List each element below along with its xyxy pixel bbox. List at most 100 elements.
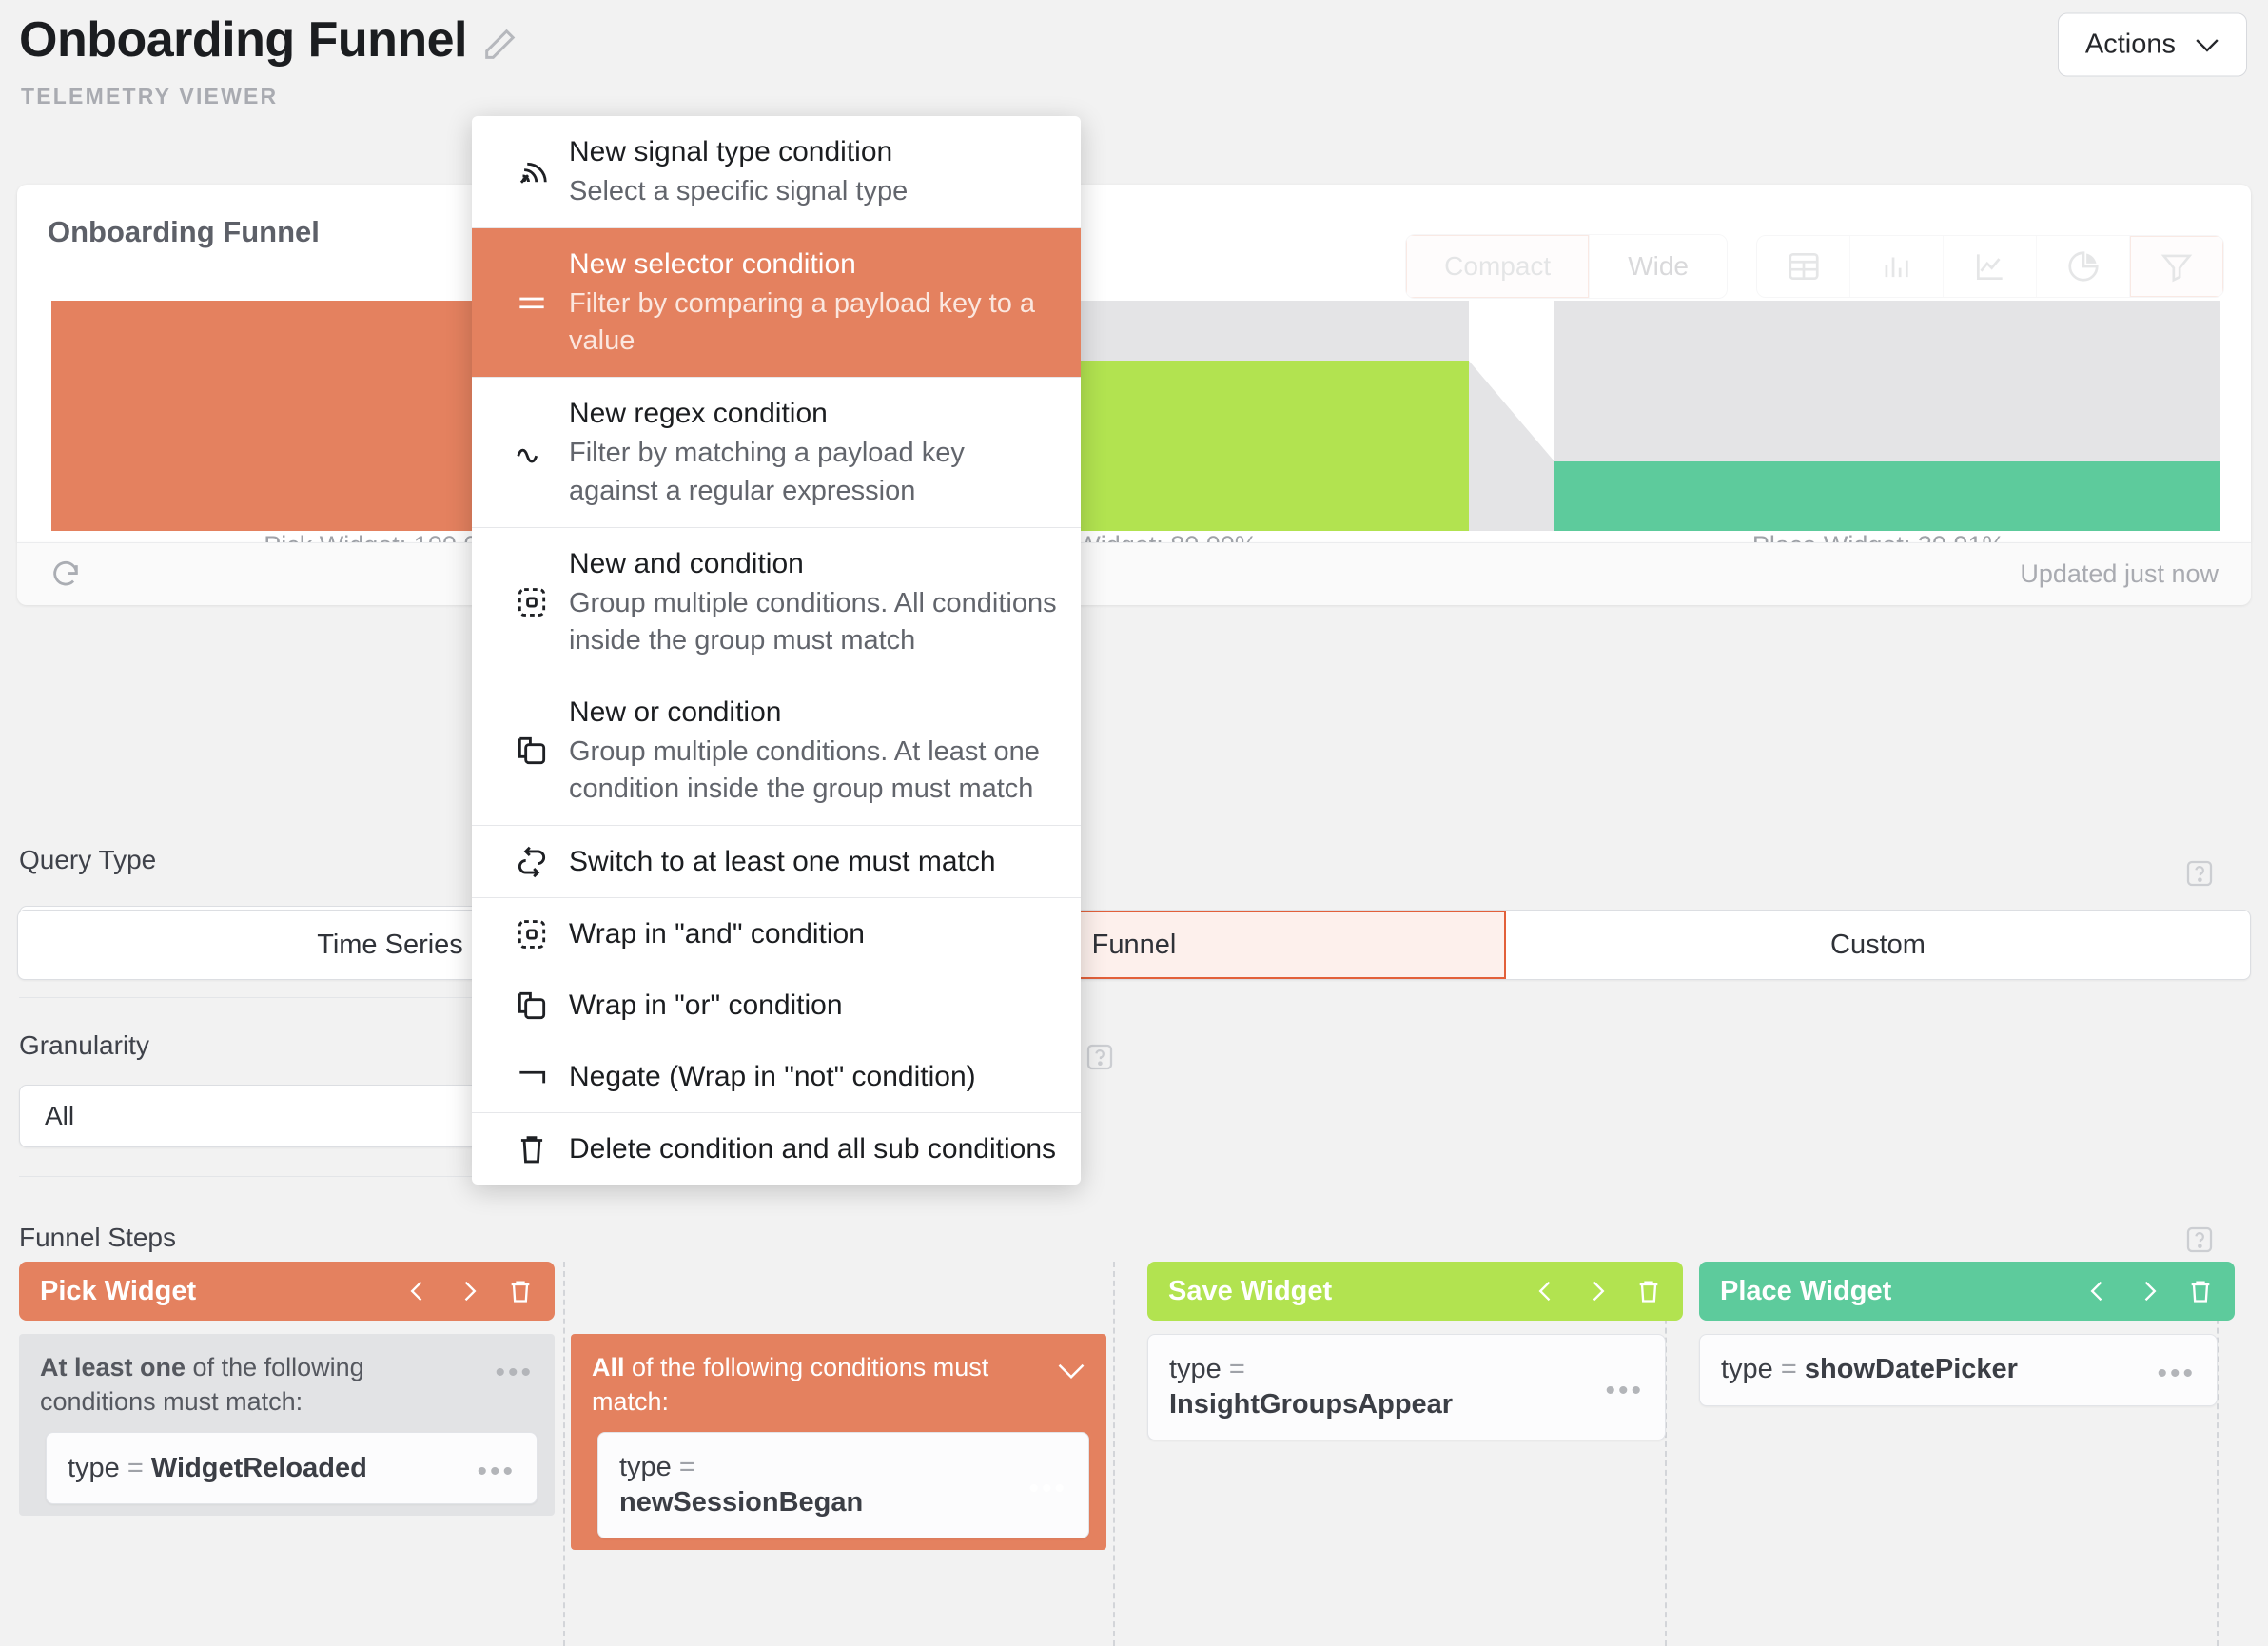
step-divider	[563, 1262, 565, 1646]
density-compact-button[interactable]: Compact	[1406, 235, 1591, 298]
step-name: Save Widget	[1168, 1275, 1333, 1306]
menu-item-title: New selector condition	[569, 248, 856, 281]
menu-item-body: New signal type condition Select a speci…	[569, 133, 1058, 210]
trash-icon[interactable]	[2187, 1278, 2214, 1304]
pie-chart-icon	[2067, 251, 2099, 282]
condition-value: showDatePicker	[1804, 1354, 2018, 1385]
funnel-step-second: All of the following conditions must mat…	[571, 1262, 1106, 1551]
menu-item-body: New regex condition Filter by matching a…	[569, 395, 1058, 509]
chevron-right-icon[interactable]	[456, 1278, 482, 1304]
not-icon	[495, 1059, 569, 1095]
chart-card-footer: Updated just now	[17, 542, 2251, 605]
help-icon[interactable]	[2184, 858, 2215, 889]
line-chart-icon	[1976, 254, 2003, 281]
menu-item-body: New selector condition Filter by compari…	[569, 245, 1058, 360]
funnel-step-place-widget: Place Widget type = showDatePicker •••	[1699, 1262, 2235, 1406]
condition-item[interactable]: type = newSessionBegan •••	[597, 1432, 1089, 1539]
chart-toolbar: Compact Wide	[1405, 234, 2224, 299]
condition-text: type = WidgetReloaded	[68, 1451, 465, 1486]
funnel-chart-card: Onboarding Funnel Compact Wide	[17, 185, 2251, 559]
trash-icon[interactable]	[507, 1278, 534, 1304]
menu-item-wrap-in-and-condition[interactable]: Wrap in "and" condition	[472, 898, 1081, 970]
menu-item-body: Switch to at least one must match	[569, 843, 1058, 880]
or-group-icon	[495, 733, 569, 769]
condition-group-lead: All	[592, 1353, 625, 1381]
help-icon[interactable]	[1085, 1042, 1115, 1072]
table-view-button[interactable]	[1757, 236, 1850, 297]
line-view-button[interactable]	[1944, 236, 2037, 297]
chevron-left-icon[interactable]	[2084, 1278, 2111, 1304]
step-header	[571, 1262, 1106, 1321]
menu-item-new-and-condition[interactable]: New and condition Group multiple conditi…	[472, 528, 1081, 676]
condition-group-header[interactable]: At least one of the following conditions…	[19, 1334, 555, 1432]
condition-value: newSessionBegan	[619, 1487, 864, 1519]
funnel-view-button[interactable]	[2130, 236, 2223, 297]
menu-item-new-regex-condition[interactable]: New regex condition Filter by matching a…	[472, 378, 1081, 526]
chevron-left-icon[interactable]	[1533, 1278, 1559, 1304]
menu-item-negate-condition[interactable]: Negate (Wrap in "not" condition)	[472, 1041, 1081, 1112]
actions-button[interactable]: Actions	[2057, 12, 2247, 77]
chevron-down-icon	[2196, 38, 2219, 52]
chevron-left-icon[interactable]	[404, 1278, 431, 1304]
page-title: Onboarding Funnel	[19, 12, 468, 68]
refresh-icon[interactable]	[49, 558, 82, 591]
menu-item-title: Wrap in "or" condition	[569, 990, 843, 1022]
step-header: Save Widget	[1147, 1262, 1683, 1321]
step-header: Place Widget	[1699, 1262, 2235, 1321]
condition-group: At least one of the following conditions…	[19, 1334, 555, 1517]
menu-item-wrap-in-or-condition[interactable]: Wrap in "or" condition	[472, 970, 1081, 1041]
bar-view-button[interactable]	[1850, 236, 1944, 297]
menu-item-title: Delete condition and all sub conditions	[569, 1133, 1057, 1166]
condition-group-rest: of the following conditions must match:	[592, 1353, 989, 1416]
pie-view-button[interactable]	[2037, 236, 2130, 297]
menu-item-new-or-condition[interactable]: New or condition Group multiple conditio…	[472, 676, 1081, 825]
menu-item-switch-to-at-least-one-must-match[interactable]: Switch to at least one must match	[472, 826, 1081, 897]
step-controls	[404, 1278, 534, 1304]
condition-group-menu-button[interactable]: •••	[495, 1351, 534, 1387]
menu-item-desc: Filter by matching a payload key against…	[569, 438, 965, 506]
menu-item-title: Negate (Wrap in "not" condition)	[569, 1061, 976, 1093]
step-name: Place Widget	[1720, 1275, 1892, 1306]
menu-item-new-selector-condition[interactable]: New selector condition Filter by compari…	[472, 228, 1081, 378]
menu-item-new-signal-type-condition[interactable]: New signal type condition Select a speci…	[472, 116, 1081, 227]
menu-item-delete-condition[interactable]: Delete condition and all sub conditions	[472, 1113, 1081, 1185]
menu-item-body: Delete condition and all sub conditions	[569, 1130, 1058, 1167]
condition-group-header[interactable]: All of the following conditions must mat…	[571, 1334, 1106, 1432]
condition-menu-button[interactable]: •••	[1605, 1369, 1644, 1405]
funnel-steps-label: Funnel Steps	[19, 1223, 176, 1252]
density-segmented-control: Compact Wide	[1405, 234, 1728, 299]
granularity-label: Granularity	[19, 1030, 149, 1060]
and-group-icon	[495, 584, 569, 620]
menu-item-title: New regex condition	[569, 398, 828, 430]
menu-item-body: New and condition Group multiple conditi…	[569, 545, 1058, 659]
condition-menu-button[interactable]: •••	[1028, 1467, 1067, 1503]
help-icon[interactable]	[2184, 1225, 2215, 1255]
condition-item[interactable]: type = WidgetReloaded •••	[46, 1432, 538, 1505]
condition-item[interactable]: type = showDatePicker •••	[1699, 1334, 2218, 1406]
chevron-right-icon[interactable]	[1584, 1278, 1611, 1304]
condition-operator: =	[1228, 1354, 1245, 1384]
condition-item[interactable]: type = InsightGroupsAppear •••	[1147, 1334, 1666, 1441]
menu-item-body: Wrap in "and" condition	[569, 915, 1058, 952]
condition-key: type	[1721, 1354, 1773, 1385]
menu-item-title: Switch to at least one must match	[569, 846, 996, 878]
condition-menu-button[interactable]: •••	[477, 1450, 516, 1486]
step-name: Pick Widget	[40, 1275, 197, 1306]
equals-icon	[495, 284, 569, 321]
tab-custom[interactable]: Custom	[1506, 911, 2250, 979]
condition-key: type	[619, 1452, 672, 1483]
condition-value: InsightGroupsAppear	[1169, 1389, 1454, 1421]
condition-menu-button[interactable]: •••	[2157, 1352, 2196, 1388]
chevron-down-icon[interactable]	[1057, 1357, 1085, 1385]
density-wide-button[interactable]: Wide	[1590, 235, 1727, 298]
chart-title: Onboarding Funnel	[48, 215, 320, 248]
table-icon	[1788, 252, 1819, 281]
condition-text: type = InsightGroupsAppear	[1169, 1352, 1593, 1422]
trash-icon	[495, 1131, 569, 1167]
condition-group-text: At least one of the following conditions…	[40, 1351, 485, 1419]
menu-item-desc: Filter by comparing a payload key to a v…	[569, 288, 1036, 357]
trash-icon[interactable]	[1635, 1278, 1662, 1304]
condition-operator: =	[678, 1452, 695, 1483]
chevron-right-icon[interactable]	[2136, 1278, 2162, 1304]
pencil-icon[interactable]	[480, 26, 518, 64]
